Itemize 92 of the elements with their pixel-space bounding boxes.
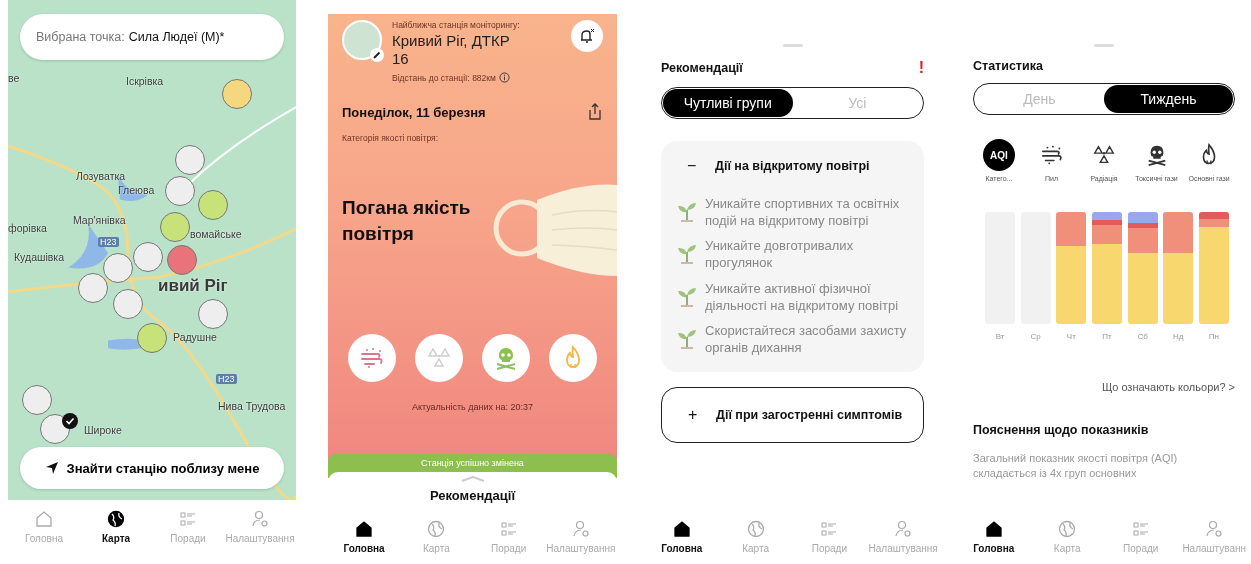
segment-tab[interactable]: Тиждень <box>1104 85 1233 113</box>
selected-point-bar[interactable]: Вибрана точка: Сила Людеї (М)* <box>20 14 284 60</box>
place-label: Мар'янівка <box>73 214 126 226</box>
nav-tab[interactable]: Карта <box>80 510 152 544</box>
sheet-title: Рекомендації <box>429 488 516 503</box>
group-title: Дії при загостренні симптомів <box>716 408 903 423</box>
place-label: Радушне <box>173 331 217 343</box>
globe-icon <box>107 510 125 528</box>
recommendation-text: Уникайте спортивних та освітніх подій на відкритому повітрі <box>705 195 901 230</box>
day-label: Сб <box>1136 332 1149 341</box>
colors-meaning-link[interactable]: Що означають кольори? > <box>1101 381 1235 393</box>
day-label: Чт <box>1065 332 1077 341</box>
station-map-thumbnail[interactable] <box>342 20 382 60</box>
place-label: Лозуватка <box>76 170 126 182</box>
recommendation-text: Уникайте активної фізичної діяльності на відкритому повітрі <box>705 279 900 314</box>
section-title: Рекомендації <box>661 61 743 75</box>
sprout-icon <box>677 243 697 266</box>
edit-icon <box>370 48 384 62</box>
pollutant-button[interactable] <box>549 334 597 383</box>
list-icon <box>179 510 197 528</box>
place-label: ве <box>8 72 20 84</box>
group-title: Дії на відкритому повітрі <box>715 159 870 173</box>
list-icon <box>499 520 518 538</box>
check-icon <box>62 413 78 429</box>
globe-icon <box>746 520 765 538</box>
selected-point-value: Сила Людеї (М)* <box>128 30 225 44</box>
user-settings-icon <box>251 510 269 528</box>
share-icon[interactable] <box>587 103 603 121</box>
toggle-sign: + <box>688 406 699 425</box>
chevron-up-icon <box>460 476 485 482</box>
station-distance: Відстань до станції: 882км <box>392 72 496 83</box>
home-icon <box>35 510 53 528</box>
explanation-text: Загальний показник якості повітря (AQI) складається із 4х груп основних <box>973 451 1179 482</box>
place-label: Іскрівка <box>126 75 164 87</box>
explanation-title: Пояснення щодо показників <box>973 423 1150 437</box>
data-update-time: Актуальність даних на: 20:37 <box>410 402 535 413</box>
recommendation-text: Уникайте довготривалих прогулянок <box>705 237 855 272</box>
globe-icon <box>427 520 446 538</box>
air-quality-category: Погана якість повітря <box>342 196 472 246</box>
place-label: вомайське <box>190 228 242 240</box>
selected-point-label: Вибрана точка: <box>36 30 125 44</box>
recommendation-text: Скористайтеся засобами захисту органів дихання <box>705 321 908 357</box>
recommendation-group[interactable]: + Дії при загостренні симптомів <box>661 387 924 444</box>
nav-tab[interactable]: Головна <box>328 520 401 554</box>
alert-mark: ! <box>918 59 924 77</box>
category-caption: Категорія якості повітря: <box>342 133 439 143</box>
drag-handle[interactable] <box>782 44 803 47</box>
place-label: Нива Трудова <box>218 400 286 412</box>
user-settings-icon <box>571 520 590 538</box>
list-icon <box>1131 520 1150 538</box>
bell-icon <box>579 28 595 44</box>
pollutant-button[interactable] <box>482 334 530 383</box>
day-label: Ср <box>1029 332 1042 341</box>
date-label: Понеділок, 11 березня <box>342 104 486 120</box>
road-number-label: H23 <box>216 374 237 384</box>
place-label: форівка <box>8 222 47 234</box>
sprout-icon <box>677 328 697 351</box>
day-label: Пн <box>1207 332 1220 341</box>
toggle-sign: − <box>687 157 698 175</box>
place-label: Широке <box>84 424 122 436</box>
aqi-badge: AQI <box>983 139 1015 171</box>
station-name: Кривий Ріг, ДТКР 16 <box>392 32 511 68</box>
find-nearby-station-button[interactable]: Знайти станцію поблизу мене <box>20 447 284 489</box>
segment-tab[interactable]: Чутливі групи <box>663 89 793 117</box>
user-settings-icon <box>1205 520 1224 538</box>
place-label: Кудашівка <box>14 251 64 263</box>
recommendation-group[interactable] <box>661 141 924 373</box>
nav-tab[interactable]: Головна <box>645 520 719 554</box>
pollutant-button[interactable] <box>415 334 463 383</box>
home-icon <box>355 520 374 538</box>
home-icon <box>984 520 1003 538</box>
section-title: Статистика <box>973 59 1044 73</box>
place-label: Глеюва <box>118 184 155 196</box>
day-label: Вт <box>994 332 1006 341</box>
user-settings-icon <box>894 520 913 538</box>
road-number-label: H23 <box>98 237 119 247</box>
day-label: Пт <box>1101 332 1113 341</box>
sprout-icon <box>677 285 697 308</box>
list-icon <box>820 520 839 538</box>
station-caption: Найближча станція моніторингу: <box>392 20 521 30</box>
home-icon <box>672 520 691 538</box>
info-icon[interactable] <box>498 72 510 83</box>
pollutant-button[interactable] <box>348 334 396 383</box>
sprout-icon <box>677 201 697 224</box>
navigation-arrow-icon <box>44 461 59 475</box>
notification-button[interactable] <box>571 20 603 52</box>
day-label: Нд <box>1172 332 1185 341</box>
place-label: ивий Ріг <box>158 276 228 296</box>
nav-tab[interactable]: Головна <box>957 520 1031 554</box>
dust-icon <box>1039 143 1064 167</box>
globe-icon <box>1058 520 1077 538</box>
drag-handle[interactable] <box>1094 44 1114 47</box>
